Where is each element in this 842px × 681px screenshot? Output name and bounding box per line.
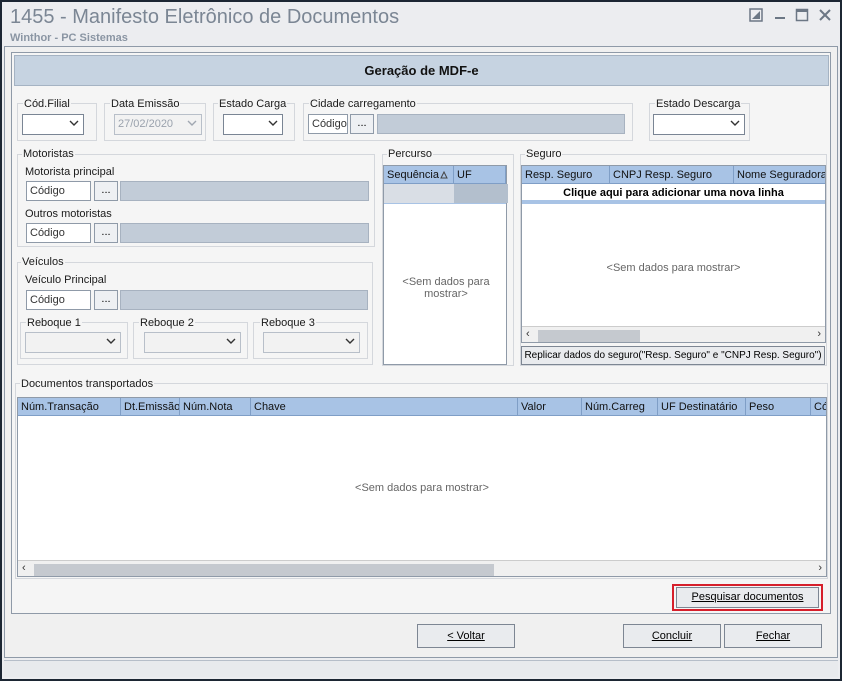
chevron-down-icon <box>226 338 236 344</box>
cidade-codigo-input[interactable]: Código <box>308 114 348 134</box>
motoristas-label: Motoristas <box>22 148 75 160</box>
seguro-hscrollbar[interactable]: ‹ › <box>522 326 825 342</box>
motorista-principal-codigo[interactable]: Código <box>26 181 91 201</box>
data-emissao-field[interactable]: 27/02/2020 <box>114 114 202 135</box>
reboque2-label: Reboque 2 <box>139 317 195 329</box>
chevron-left-icon[interactable]: ‹ <box>526 328 530 340</box>
veiculo-principal-search-button[interactable]: ... <box>94 290 118 310</box>
estado-descarga-label: Estado Descarga <box>655 98 742 110</box>
outros-motoristas-description <box>120 223 369 243</box>
doc-col-peso[interactable]: Peso <box>746 398 811 416</box>
motorista-principal-label: Motorista principal <box>25 166 115 178</box>
reboque3-label: Reboque 3 <box>260 317 316 329</box>
window-title: 1455 - Manifesto Eletrônico de Documento… <box>10 6 400 28</box>
minimize-icon[interactable] <box>772 8 788 24</box>
doc-col-chave[interactable]: Chave <box>251 398 518 416</box>
seguro-hscroll-thumb[interactable] <box>538 330 640 342</box>
doc-col-num-nota[interactable]: Núm.Nota <box>180 398 251 416</box>
chevron-left-icon[interactable]: ‹ <box>22 562 26 574</box>
seguro-add-row[interactable]: Clique aqui para adicionar uma nova linh… <box>522 184 825 204</box>
motorista-principal-description <box>120 181 369 201</box>
percurso-col-uf[interactable]: UF <box>454 166 506 184</box>
voltar-button[interactable]: < Voltar <box>417 624 515 648</box>
cod-filial-select[interactable] <box>22 114 84 135</box>
restore-icon[interactable] <box>748 8 764 24</box>
data-emissao-value: 27/02/2020 <box>118 118 174 130</box>
outros-motoristas-codigo[interactable]: Código <box>26 223 91 243</box>
estado-carga-select[interactable] <box>223 114 283 135</box>
cidade-description <box>377 114 625 134</box>
maximize-icon[interactable] <box>794 8 810 24</box>
percurso-filter-row[interactable] <box>384 184 508 204</box>
reboque1-select[interactable] <box>25 332 121 353</box>
veiculo-principal-description <box>120 290 368 310</box>
estado-descarga-select[interactable] <box>653 114 745 135</box>
documentos-empty-message: <Sem dados para mostrar> <box>355 482 489 494</box>
documentos-hscroll-thumb[interactable] <box>34 564 494 576</box>
chevron-right-icon[interactable]: › <box>818 562 822 574</box>
cidade-search-button[interactable]: ... <box>350 114 374 134</box>
cod-filial-label: Cód.Filial <box>23 98 71 110</box>
cidade-label: Cidade carregamento <box>309 98 417 110</box>
documentos-grid-header: Núm.Transação Dt.Emissão Núm.Nota Chave … <box>18 398 826 416</box>
chevron-right-icon[interactable]: › <box>817 328 821 340</box>
seguro-col-nome[interactable]: Nome Seguradora <box>734 166 825 184</box>
pesquisar-documentos-button[interactable]: Pesquisar documentos <box>676 587 819 608</box>
chevron-down-icon <box>345 338 355 344</box>
seguro-col-resp[interactable]: Resp. Seguro <box>522 166 610 184</box>
seguro-grid-header: Resp. Seguro CNPJ Resp. Seguro Nome Segu… <box>522 166 825 184</box>
seguro-empty-message: <Sem dados para mostrar> <box>606 262 741 274</box>
seguro-label: Seguro <box>525 148 563 160</box>
chevron-down-icon <box>69 120 79 126</box>
doc-col-num-transacao[interactable]: Núm.Transação <box>18 398 121 416</box>
doc-col-dt-emissao[interactable]: Dt.Emissão <box>121 398 180 416</box>
doc-col-codigo[interactable]: Có <box>811 398 826 416</box>
reboque3-select[interactable] <box>263 332 360 353</box>
estado-carga-label: Estado Carga <box>218 98 288 110</box>
percurso-grid-header: Sequência UF <box>384 166 506 184</box>
documentos-grid[interactable]: Núm.Transação Dt.Emissão Núm.Nota Chave … <box>17 397 827 577</box>
veiculo-principal-label: Veículo Principal <box>25 274 107 286</box>
chevron-down-icon <box>187 120 197 126</box>
data-emissao-label: Data Emissão <box>110 98 181 110</box>
veiculos-label: Veículos <box>21 256 65 268</box>
concluir-button[interactable]: Concluir <box>623 624 721 648</box>
seguro-col-cnpj[interactable]: CNPJ Resp. Seguro <box>610 166 734 184</box>
reboque1-label: Reboque 1 <box>26 317 82 329</box>
chevron-down-icon <box>730 120 740 126</box>
documentos-hscrollbar[interactable]: ‹ › <box>18 560 826 576</box>
motorista-principal-search-button[interactable]: ... <box>94 181 118 201</box>
percurso-label: Percurso <box>387 148 434 160</box>
page-title: Geração de MDF-e <box>14 55 829 86</box>
replicar-seguro-button[interactable]: Replicar dados do seguro("Resp. Seguro" … <box>521 346 825 365</box>
doc-col-uf-destinatario[interactable]: UF Destinatário <box>658 398 746 416</box>
chevron-down-icon <box>268 120 278 126</box>
doc-col-num-carreg[interactable]: Núm.Carreg <box>582 398 658 416</box>
close-icon[interactable] <box>817 8 833 24</box>
doc-col-valor[interactable]: Valor <box>518 398 582 416</box>
percurso-grid[interactable]: Sequência UF <Sem dados para mostrar> <box>383 165 508 365</box>
reboque2-select[interactable] <box>144 332 241 353</box>
status-bar <box>4 660 838 677</box>
percurso-empty-message: <Sem dados para mostrar> <box>402 276 490 300</box>
outros-motoristas-label: Outros motoristas <box>25 208 112 220</box>
outros-motoristas-search-button[interactable]: ... <box>94 223 118 243</box>
documentos-label: Documentos transportados <box>20 378 155 390</box>
fechar-button[interactable]: Fechar <box>724 624 822 648</box>
window-subtitle: Winthor - PC Sistemas <box>10 32 128 44</box>
chevron-down-icon <box>106 338 116 344</box>
sort-asc-icon <box>440 170 448 182</box>
seguro-grid[interactable]: Resp. Seguro CNPJ Resp. Seguro Nome Segu… <box>521 165 826 343</box>
veiculo-principal-codigo[interactable]: Código <box>26 290 91 310</box>
